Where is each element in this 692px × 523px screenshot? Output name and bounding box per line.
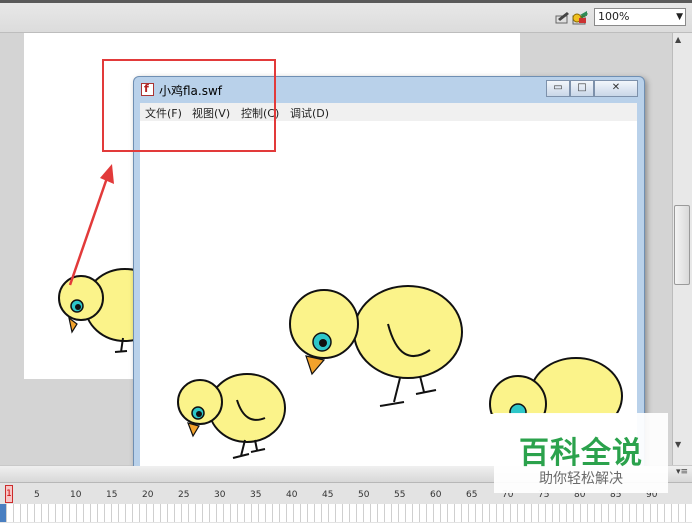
layer-indicator[interactable] [0, 504, 6, 522]
ruler-tick: 5 [34, 490, 40, 500]
ruler-tick: 65 [466, 490, 478, 500]
scroll-down-arrow-icon[interactable]: ▼ [675, 440, 681, 449]
ruler-tick: 30 [214, 490, 226, 500]
watermark-title: 百科全说 [519, 436, 643, 471]
minimize-button[interactable]: ▭ [546, 80, 570, 97]
chick-right-partial-illustration [489, 357, 623, 414]
menu-debug[interactable]: 调试(D) [290, 105, 329, 121]
ruler-tick: 60 [430, 490, 442, 500]
ruler-tick: 10 [70, 490, 82, 500]
ruler-tick: 35 [250, 490, 262, 500]
ruler-tick: 45 [322, 490, 334, 500]
toolbar-top-border [0, 0, 692, 3]
zoom-value: 100% [598, 10, 630, 23]
ruler-tick: 55 [394, 490, 406, 500]
edit-scene-icon[interactable] [571, 9, 589, 25]
playhead[interactable]: 1 [5, 485, 13, 503]
timeline-frames[interactable] [0, 504, 692, 522]
pencil-icon[interactable] [554, 9, 572, 25]
scroll-up-arrow-icon[interactable]: ▲ [675, 35, 681, 44]
panel-menu-icon[interactable]: ▾≡ [676, 467, 688, 477]
ruler-tick: 20 [142, 490, 154, 500]
chick-large-illustration [289, 285, 463, 407]
ruler-tick: 15 [106, 490, 118, 500]
current-frame-label: 1 [6, 489, 12, 499]
highlight-box [102, 59, 276, 152]
chick-small-illustration [177, 373, 286, 459]
zoom-select[interactable]: 100% ▼ [594, 8, 686, 26]
ruler-tick: 25 [178, 490, 190, 500]
ruler-tick: 50 [358, 490, 370, 500]
chevron-down-icon[interactable]: ▼ [676, 9, 683, 25]
red-arrow-annotation [68, 164, 114, 286]
close-button[interactable]: ✕ [594, 80, 638, 97]
watermark-subtitle: 助你轻松解决 [539, 471, 623, 487]
maximize-button[interactable]: □ [570, 80, 594, 97]
vertical-scrollbar-thumb[interactable] [674, 205, 690, 285]
ruler-tick: 40 [286, 490, 298, 500]
